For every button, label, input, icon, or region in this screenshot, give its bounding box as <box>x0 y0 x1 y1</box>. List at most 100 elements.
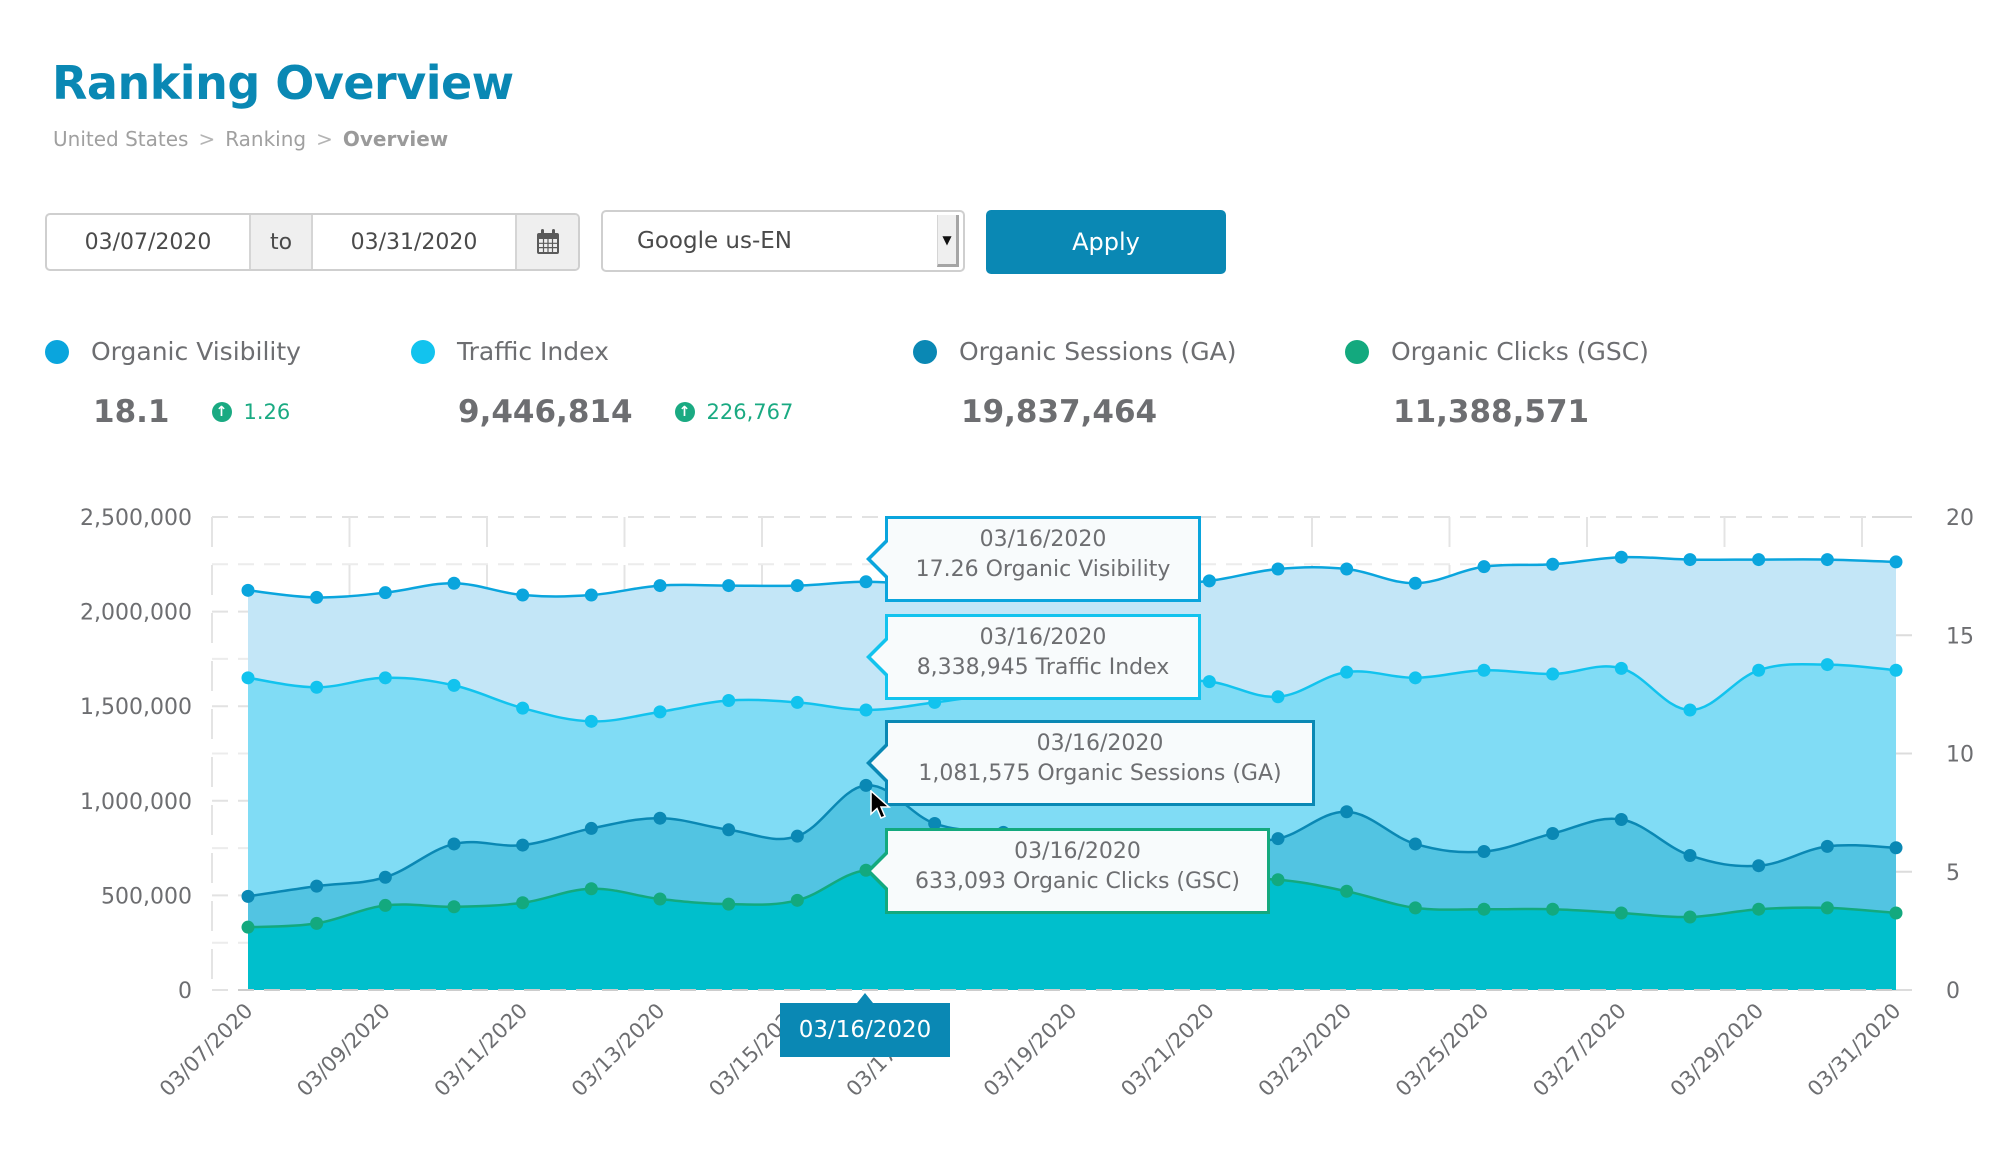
tooltip-organic-visibility: 03/16/2020 17.26 Organic Visibility <box>866 516 1201 602</box>
point-organic-clicks-gsc[interactable] <box>1546 902 1560 916</box>
point-traffic-index[interactable] <box>1271 690 1285 704</box>
point-organic-visibility[interactable] <box>653 579 667 593</box>
point-traffic-index[interactable] <box>241 671 255 685</box>
point-organic-sessions-ga[interactable] <box>1820 839 1834 853</box>
point-organic-visibility[interactable] <box>1752 553 1766 567</box>
point-traffic-index[interactable] <box>1820 658 1834 672</box>
point-organic-clicks-gsc[interactable] <box>1752 902 1766 916</box>
point-organic-clicks-gsc[interactable] <box>584 882 598 896</box>
point-organic-visibility[interactable] <box>722 579 736 593</box>
point-organic-visibility[interactable] <box>516 588 530 602</box>
point-organic-sessions-ga[interactable] <box>1546 827 1560 841</box>
point-organic-visibility[interactable] <box>1546 557 1560 571</box>
point-organic-visibility[interactable] <box>1340 562 1354 576</box>
point-organic-sessions-ga[interactable] <box>447 837 461 851</box>
point-organic-visibility[interactable] <box>241 583 255 597</box>
point-organic-visibility[interactable] <box>1408 576 1422 590</box>
point-organic-clicks-gsc[interactable] <box>1820 901 1834 915</box>
point-organic-visibility[interactable] <box>310 590 324 604</box>
point-organic-clicks-gsc[interactable] <box>1271 873 1285 887</box>
point-organic-sessions-ga[interactable] <box>378 870 392 884</box>
mouse-cursor-icon <box>870 790 891 819</box>
tooltip-organic-clicks: 03/16/2020 633,093 Organic Clicks (GSC) <box>866 828 1270 914</box>
point-traffic-index[interactable] <box>653 705 667 719</box>
tooltip-organic-sessions: 03/16/2020 1,081,575 Organic Sessions (G… <box>866 720 1315 806</box>
point-traffic-index[interactable] <box>859 703 873 717</box>
point-traffic-index[interactable] <box>1408 671 1422 685</box>
tooltip-text: 17.26 Organic Visibility <box>915 557 1171 582</box>
y-left-tick-label: 1,500,000 <box>80 695 192 720</box>
y-axis-left: 0 500,000 1,000,000 1,500,000 2,000,000 2,500… <box>80 506 192 1004</box>
y-left-tick-label: 1,000,000 <box>80 790 192 815</box>
point-organic-visibility[interactable] <box>1614 550 1628 564</box>
point-organic-visibility[interactable] <box>790 579 804 593</box>
y-left-tick-label: 2,000,000 <box>80 601 192 626</box>
point-organic-clicks-gsc[interactable] <box>516 896 530 910</box>
point-organic-visibility[interactable] <box>1889 555 1903 569</box>
point-organic-sessions-ga[interactable] <box>1271 832 1285 846</box>
point-organic-clicks-gsc[interactable] <box>653 892 667 906</box>
point-traffic-index[interactable] <box>1477 663 1491 677</box>
point-organic-clicks-gsc[interactable] <box>790 893 804 907</box>
point-traffic-index[interactable] <box>1889 663 1903 677</box>
point-organic-visibility[interactable] <box>1820 553 1834 567</box>
x-tick-label: 03/21/2020 <box>1116 999 1219 1102</box>
tooltip-traffic-index: 03/16/2020 8,338,945 Traffic Index <box>866 614 1201 700</box>
point-organic-clicks-gsc[interactable] <box>1889 906 1903 920</box>
point-traffic-index[interactable] <box>1614 661 1628 675</box>
point-organic-visibility[interactable] <box>1202 574 1216 588</box>
point-traffic-index[interactable] <box>1202 675 1216 689</box>
point-traffic-index[interactable] <box>584 714 598 728</box>
tooltip-text: 633,093 Organic Clicks (GSC) <box>915 869 1240 894</box>
point-traffic-index[interactable] <box>790 695 804 709</box>
point-organic-sessions-ga[interactable] <box>516 838 530 852</box>
point-organic-visibility[interactable] <box>1477 560 1491 574</box>
point-organic-visibility[interactable] <box>1683 553 1697 567</box>
point-organic-sessions-ga[interactable] <box>722 823 736 837</box>
point-traffic-index[interactable] <box>1340 665 1354 679</box>
point-organic-visibility[interactable] <box>378 586 392 600</box>
x-tick-label: 03/25/2020 <box>1391 999 1494 1102</box>
x-axis: 03/07/2020 03/09/2020 03/11/2020 03/13/2020… <box>155 989 1906 1102</box>
point-organic-clicks-gsc[interactable] <box>1477 902 1491 916</box>
tooltip-text: 8,338,945 Traffic Index <box>916 655 1170 680</box>
point-organic-clicks-gsc[interactable] <box>1614 906 1628 920</box>
point-organic-sessions-ga[interactable] <box>310 879 324 893</box>
point-organic-sessions-ga[interactable] <box>790 829 804 843</box>
point-organic-visibility[interactable] <box>584 588 598 602</box>
point-organic-sessions-ga[interactable] <box>1683 848 1697 862</box>
y-left-tick-label: 2,500,000 <box>80 506 192 531</box>
point-traffic-index[interactable] <box>1752 663 1766 677</box>
point-organic-clicks-gsc[interactable] <box>241 920 255 934</box>
tooltip-date: 03/16/2020 <box>979 625 1107 650</box>
y-right-tick-label: 15 <box>1946 624 1974 649</box>
point-traffic-index[interactable] <box>378 671 392 685</box>
point-organic-sessions-ga[interactable] <box>1614 813 1628 827</box>
y-right-tick-label: 10 <box>1946 743 1974 768</box>
point-organic-clicks-gsc[interactable] <box>722 897 736 911</box>
y-axis-right: 0 5 10 15 20 <box>1946 506 1974 1004</box>
point-traffic-index[interactable] <box>310 680 324 694</box>
point-organic-sessions-ga[interactable] <box>653 811 667 825</box>
point-organic-clicks-gsc[interactable] <box>310 916 324 930</box>
point-organic-sessions-ga[interactable] <box>1477 845 1491 859</box>
point-traffic-index[interactable] <box>516 701 530 715</box>
point-organic-clicks-gsc[interactable] <box>447 900 461 914</box>
point-organic-sessions-ga[interactable] <box>241 889 255 903</box>
point-organic-sessions-ga[interactable] <box>1340 805 1354 819</box>
point-organic-sessions-ga[interactable] <box>1889 841 1903 855</box>
point-traffic-index[interactable] <box>447 678 461 692</box>
point-organic-clicks-gsc[interactable] <box>1683 910 1697 924</box>
point-organic-clicks-gsc[interactable] <box>1340 884 1354 898</box>
point-organic-sessions-ga[interactable] <box>1752 859 1766 873</box>
tooltip-text: 1,081,575 Organic Sessions (GA) <box>918 761 1282 786</box>
point-organic-sessions-ga[interactable] <box>1408 837 1422 851</box>
point-organic-sessions-ga[interactable] <box>584 821 598 835</box>
point-traffic-index[interactable] <box>1546 667 1560 681</box>
point-organic-visibility[interactable] <box>1271 562 1285 576</box>
point-organic-clicks-gsc[interactable] <box>1408 901 1422 915</box>
point-organic-visibility[interactable] <box>447 576 461 590</box>
point-traffic-index[interactable] <box>1683 703 1697 717</box>
point-traffic-index[interactable] <box>722 694 736 708</box>
point-organic-clicks-gsc[interactable] <box>378 898 392 912</box>
